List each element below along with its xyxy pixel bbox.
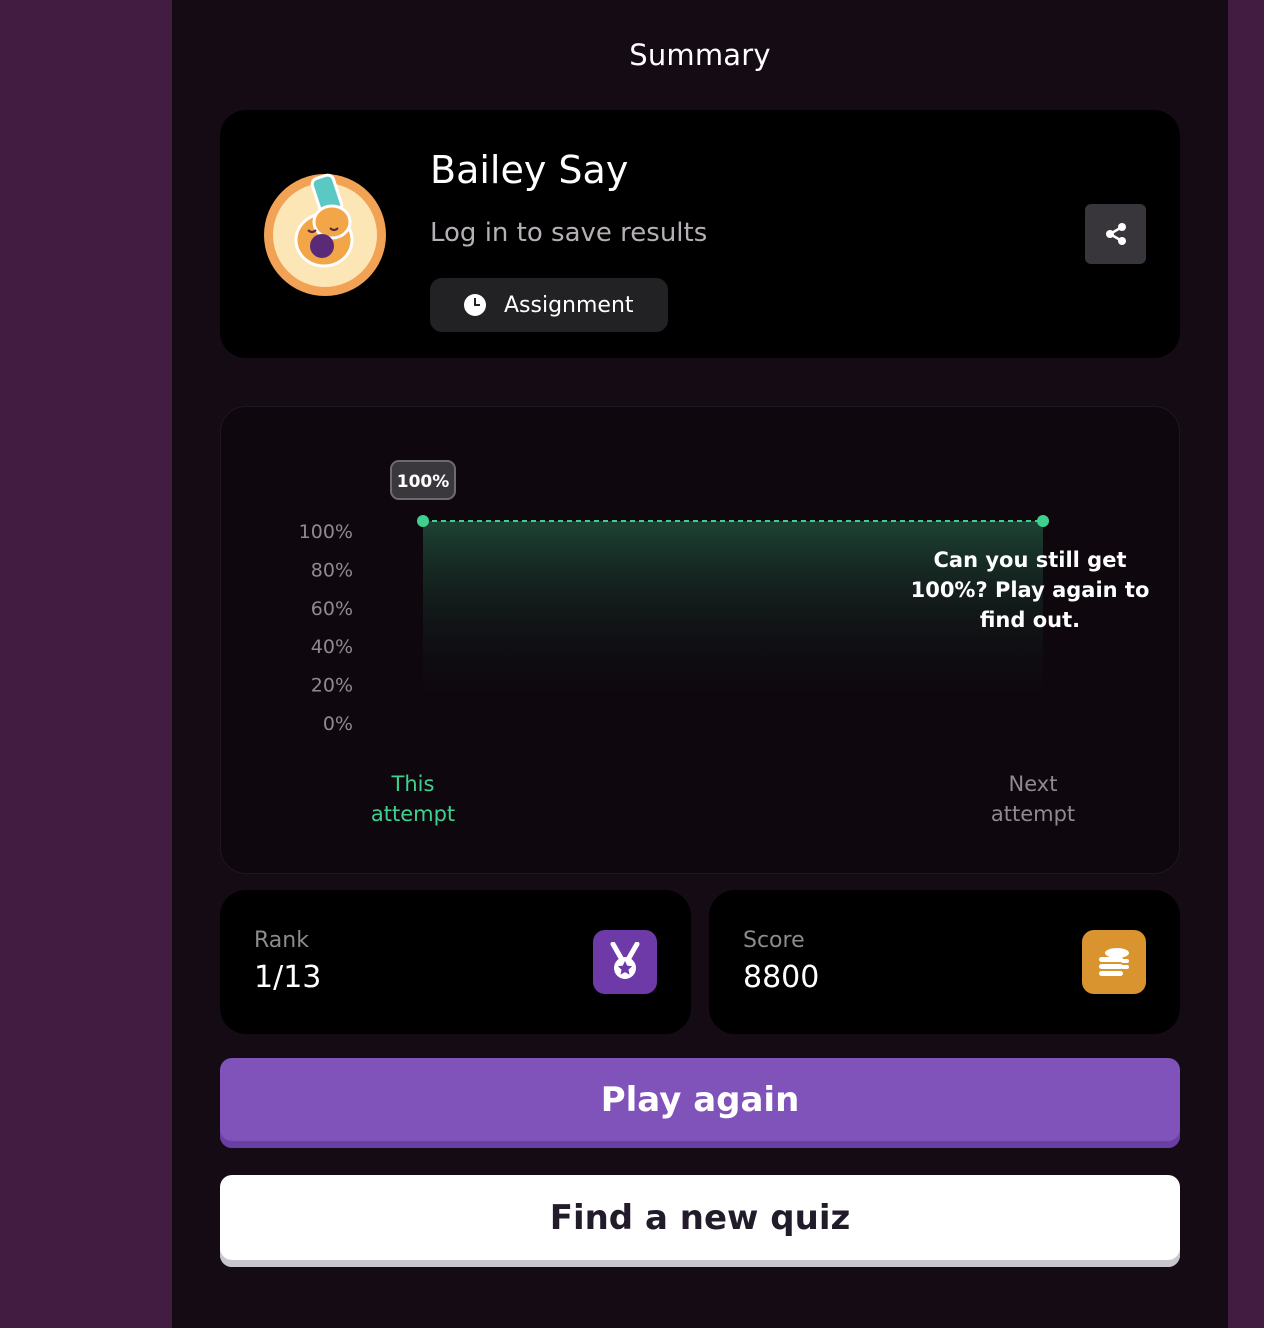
x-tick-label: attempt [991, 802, 1075, 826]
chart-svg: 100% 80% 60% 40% 20% 0% 100% This attempt Next att… [299, 460, 1075, 826]
score-card: Score 8800 [709, 890, 1180, 1034]
assignment-label: Assignment [504, 292, 634, 318]
player-name: Bailey Say [430, 148, 629, 192]
data-point [1037, 515, 1049, 527]
progress-chart: 100% 80% 60% 40% 20% 0% 100% This attempt Next att… [220, 406, 1180, 874]
guitar-avatar-icon [264, 173, 386, 296]
rank-card: Rank 1/13 [220, 890, 691, 1034]
x-tick-label: Next [1009, 772, 1058, 796]
x-tick-label: attempt [371, 802, 455, 826]
rank-value: 1/13 [254, 960, 322, 995]
find-new-quiz-button[interactable]: Find a new quiz [220, 1175, 1180, 1267]
left-background [0, 0, 172, 1328]
score-value: 8800 [743, 960, 820, 995]
profile-card: Bailey Say Log in to save results Assign… [220, 110, 1180, 358]
rank-label: Rank [254, 928, 309, 953]
point-label: 100% [397, 472, 450, 492]
assignment-chip: Assignment [430, 278, 668, 332]
y-tick-label: 0% [323, 713, 353, 735]
login-prompt[interactable]: Log in to save results [430, 218, 707, 248]
clock-icon [464, 294, 486, 316]
data-point [417, 515, 429, 527]
page-title: Summary [629, 38, 771, 72]
y-tick-label: 60% [311, 598, 353, 620]
y-tick-label: 100% [299, 521, 353, 543]
right-background [1228, 0, 1264, 1328]
coins-icon [1082, 930, 1146, 994]
medal-icon [593, 930, 657, 994]
x-tick-label: This [391, 772, 435, 796]
y-tick-label: 40% [311, 636, 353, 658]
share-button[interactable] [1085, 204, 1146, 264]
y-tick-label: 80% [311, 559, 353, 581]
share-icon [1105, 223, 1126, 245]
y-tick-label: 20% [311, 675, 353, 697]
chart-annotation: Can you still get 100%? Play again to fi… [910, 548, 1150, 632]
play-again-button[interactable]: Play again [220, 1058, 1180, 1148]
score-label: Score [743, 928, 805, 953]
summary-panel: Summary Bailey Say Log in to save result… [172, 0, 1228, 1328]
